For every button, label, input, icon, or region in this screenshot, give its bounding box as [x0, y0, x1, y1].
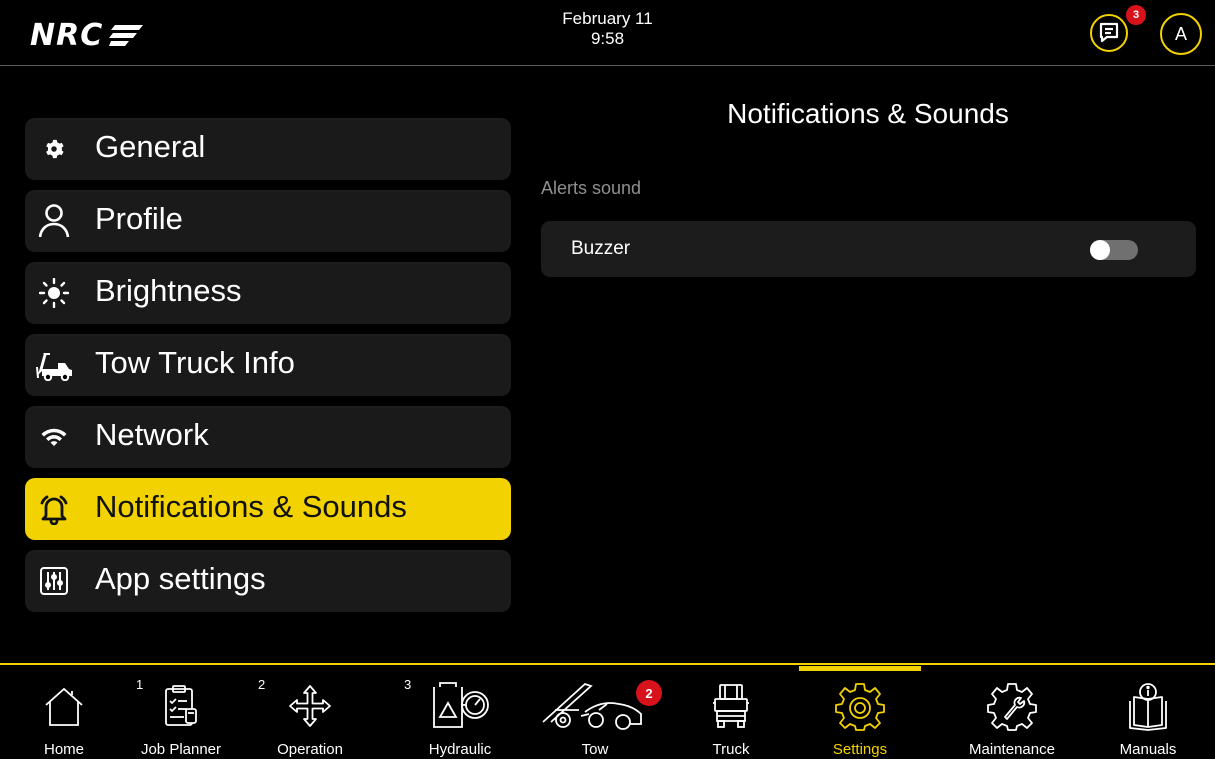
active-tab-indicator	[799, 666, 921, 671]
nav-item-home[interactable]: Home	[28, 665, 100, 759]
nav-label: Truck	[712, 741, 750, 758]
menu-item-label: Notifications & Sounds	[95, 489, 407, 524]
buzzer-label: Buzzer	[571, 238, 631, 259]
nav-item-tow[interactable]: Tow	[540, 665, 650, 759]
hydraulic-gauge-icon	[395, 671, 525, 741]
sun-icon	[33, 272, 75, 314]
section-label-alerts-sound: Alerts sound	[541, 178, 642, 198]
move-arrows-icon	[250, 671, 370, 741]
tow-car-icon	[540, 671, 650, 741]
manual-book-icon	[1108, 671, 1188, 741]
menu-item-app-settings[interactable]: App settings	[25, 550, 511, 612]
nav-item-maintenance[interactable]: Maintenance	[952, 665, 1072, 759]
menu-item-brightness[interactable]: Brightness	[25, 262, 511, 324]
clipboard-icon	[126, 671, 236, 741]
menu-item-label: Brightness	[95, 273, 242, 308]
date-label: February 11	[562, 9, 653, 28]
maintenance-gear-icon	[952, 671, 1072, 741]
nav-item-settings[interactable]: Settings	[810, 665, 910, 759]
nav-label: Settings	[832, 741, 888, 758]
user-icon	[33, 200, 75, 242]
time-label: 9:58	[590, 29, 625, 48]
menu-item-tow-truck-info[interactable]: Tow Truck Info	[25, 334, 511, 396]
nav-label: Manuals	[1119, 741, 1177, 758]
top-bar: NRC February 11 9:58 3 A	[0, 0, 1215, 66]
nav-label: Job Planner	[140, 741, 222, 758]
buzzer-toggle[interactable]	[1090, 240, 1138, 260]
home-icon	[28, 671, 100, 741]
messages-button[interactable]	[1090, 14, 1128, 52]
nav-item-truck[interactable]: Truck	[693, 665, 769, 759]
chat-icon	[1099, 22, 1119, 43]
nav-item-job-planner[interactable]: 1 Job Planner	[126, 665, 236, 759]
settings-menu: General Profile Brightness Tow Truck Inf…	[25, 118, 511, 622]
menu-item-label: Profile	[95, 201, 183, 236]
nav-label: Home	[43, 741, 84, 758]
gear-icon	[33, 128, 75, 170]
menu-item-label: Network	[95, 417, 209, 452]
menu-item-label: Tow Truck Info	[95, 345, 295, 380]
nav-label: Hydraulic	[428, 741, 492, 758]
menu-item-label: General	[95, 129, 206, 164]
menu-item-notifications-sounds[interactable]: Notifications & Sounds	[25, 478, 511, 540]
menu-item-label: App settings	[95, 561, 266, 596]
wifi-icon	[33, 416, 75, 458]
truck-icon	[693, 671, 769, 741]
date-time: February 11 9:58	[0, 9, 1215, 49]
nav-label: Tow	[581, 741, 609, 758]
page-title: Notifications & Sounds	[727, 98, 1009, 129]
nav-item-manuals[interactable]: Manuals	[1108, 665, 1188, 759]
nav-label: Maintenance	[969, 741, 1055, 758]
messages-badge: 3	[1126, 5, 1146, 25]
tow-truck-icon	[33, 344, 75, 386]
nav-item-hydraulic[interactable]: 3 Hydraulic	[395, 665, 525, 759]
bottom-navigation: Home 1 Job Planner 2 Operation 3 Hydraul…	[0, 663, 1215, 759]
setting-row-buzzer: Buzzer	[541, 221, 1196, 277]
toggle-knob	[1090, 240, 1110, 260]
tow-badge: 2	[636, 680, 662, 706]
settings-gear-icon	[810, 671, 910, 741]
user-avatar[interactable]: A	[1160, 13, 1202, 55]
nav-item-operation[interactable]: 2 Operation	[250, 665, 370, 759]
menu-item-general[interactable]: General	[25, 118, 511, 180]
nav-label: Operation	[277, 741, 343, 758]
sliders-icon	[33, 560, 75, 602]
menu-item-network[interactable]: Network	[25, 406, 511, 468]
bell-icon	[33, 488, 75, 530]
menu-item-profile[interactable]: Profile	[25, 190, 511, 252]
